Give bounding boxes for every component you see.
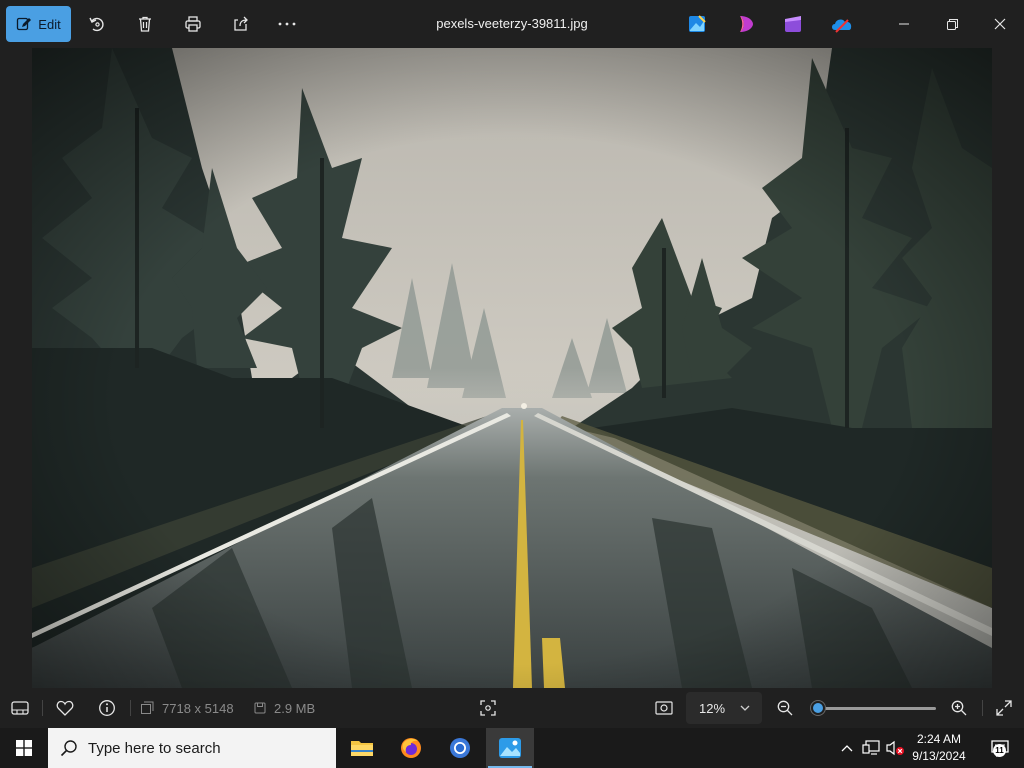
edit-button[interactable]: Edit xyxy=(6,6,71,42)
action-center-button[interactable]: 11 xyxy=(980,728,1020,768)
file-info-button[interactable] xyxy=(92,688,122,728)
windows-logo-icon xyxy=(16,740,32,756)
filmstrip-icon xyxy=(11,701,29,715)
image-edit-icon xyxy=(689,15,706,32)
delete-button[interactable] xyxy=(128,6,162,42)
network-icon xyxy=(862,740,880,755)
disk-icon xyxy=(254,702,266,714)
chrome-taskbar-button[interactable] xyxy=(436,728,484,768)
photos-app-icon xyxy=(499,738,521,758)
file-explorer-taskbar-button[interactable] xyxy=(338,728,386,768)
zoom-slider-thumb[interactable] xyxy=(811,701,825,715)
ellipsis-icon xyxy=(278,22,296,26)
divider xyxy=(42,700,43,716)
edit-icon xyxy=(17,17,32,31)
image-dimensions: 7718 x 5148 xyxy=(140,688,248,728)
title-bar: Edit pexels-veeterzy-39811.jpg xyxy=(0,0,1024,48)
clipchamp-app-button[interactable] xyxy=(735,13,757,35)
notification-count-badge: 11 xyxy=(993,744,1006,757)
divider xyxy=(982,700,983,716)
zoom-in-icon xyxy=(951,700,967,716)
search-icon xyxy=(60,740,77,757)
edit-label: Edit xyxy=(38,16,61,32)
fit-screen-icon xyxy=(655,701,673,715)
zoom-slider-track[interactable] xyxy=(818,707,936,710)
onedrive-cloud-icon xyxy=(832,19,852,33)
info-icon xyxy=(99,700,115,716)
trash-icon xyxy=(139,16,151,32)
image-viewport[interactable] xyxy=(32,48,992,688)
search-input[interactable] xyxy=(88,739,308,757)
file-size: 2.9 MB xyxy=(254,688,326,728)
print-button[interactable] xyxy=(176,6,210,42)
firefox-taskbar-button[interactable] xyxy=(387,728,435,768)
filmstrip-button[interactable] xyxy=(4,688,36,728)
network-tray-button[interactable] xyxy=(860,728,882,768)
zoom-out-button[interactable] xyxy=(770,688,800,728)
clipchamp-icon xyxy=(740,16,753,32)
zoom-out-icon xyxy=(777,700,793,716)
maximize-button[interactable] xyxy=(928,0,976,48)
onedrive-app-button[interactable] xyxy=(830,13,852,35)
file-size-text: 2.9 MB xyxy=(274,700,316,716)
file-name: pexels-veeterzy-39811.jpg xyxy=(436,16,588,31)
taskbar-clock[interactable]: 2:24 AM 9/13/2024 xyxy=(906,731,972,765)
chevron-down-icon xyxy=(740,705,750,711)
expand-icon xyxy=(996,700,1012,716)
print-icon xyxy=(185,16,201,32)
photo-image xyxy=(32,48,992,688)
taskbar-search-box[interactable] xyxy=(48,728,336,768)
clapperboard-icon xyxy=(785,16,801,32)
video-editor-app-button[interactable] xyxy=(782,13,804,35)
select-area-button[interactable] xyxy=(472,688,504,728)
photos-taskbar-button[interactable] xyxy=(486,728,534,768)
focus-frame-icon xyxy=(480,700,496,716)
rotate-icon xyxy=(89,17,104,32)
more-options-button[interactable] xyxy=(270,6,304,42)
actual-size-button[interactable] xyxy=(648,688,680,728)
minimize-button[interactable] xyxy=(880,0,928,48)
rotate-button[interactable] xyxy=(80,6,114,42)
dimensions-text: 7718 x 5148 xyxy=(162,700,234,716)
clock-date: 9/13/2024 xyxy=(912,749,966,763)
divider xyxy=(130,700,131,716)
dimensions-icon xyxy=(141,701,154,714)
heart-icon xyxy=(56,700,74,716)
chevron-up-icon xyxy=(841,745,853,752)
favorite-button[interactable] xyxy=(50,688,80,728)
start-button[interactable] xyxy=(0,728,48,768)
share-icon xyxy=(234,16,248,31)
close-button[interactable] xyxy=(976,0,1024,48)
share-button[interactable] xyxy=(224,6,258,42)
zoom-value: 12% xyxy=(699,700,726,716)
show-hidden-icons-button[interactable] xyxy=(838,728,856,768)
chrome-icon xyxy=(450,738,470,758)
photos-editor-app-button[interactable] xyxy=(686,13,708,35)
taskbar: 2:24 AM 9/13/2024 11 xyxy=(0,728,1024,768)
speaker-muted-icon xyxy=(886,740,904,756)
volume-tray-button[interactable] xyxy=(884,728,906,768)
clock-time: 2:24 AM xyxy=(916,732,962,746)
zoom-level-dropdown[interactable]: 12% xyxy=(686,692,762,724)
minimize-icon xyxy=(899,23,909,25)
folder-icon xyxy=(351,741,373,756)
zoom-in-button[interactable] xyxy=(944,688,974,728)
close-icon xyxy=(994,18,1006,30)
firefox-icon xyxy=(401,738,421,758)
restore-icon xyxy=(946,18,958,30)
full-screen-button[interactable] xyxy=(988,688,1020,728)
